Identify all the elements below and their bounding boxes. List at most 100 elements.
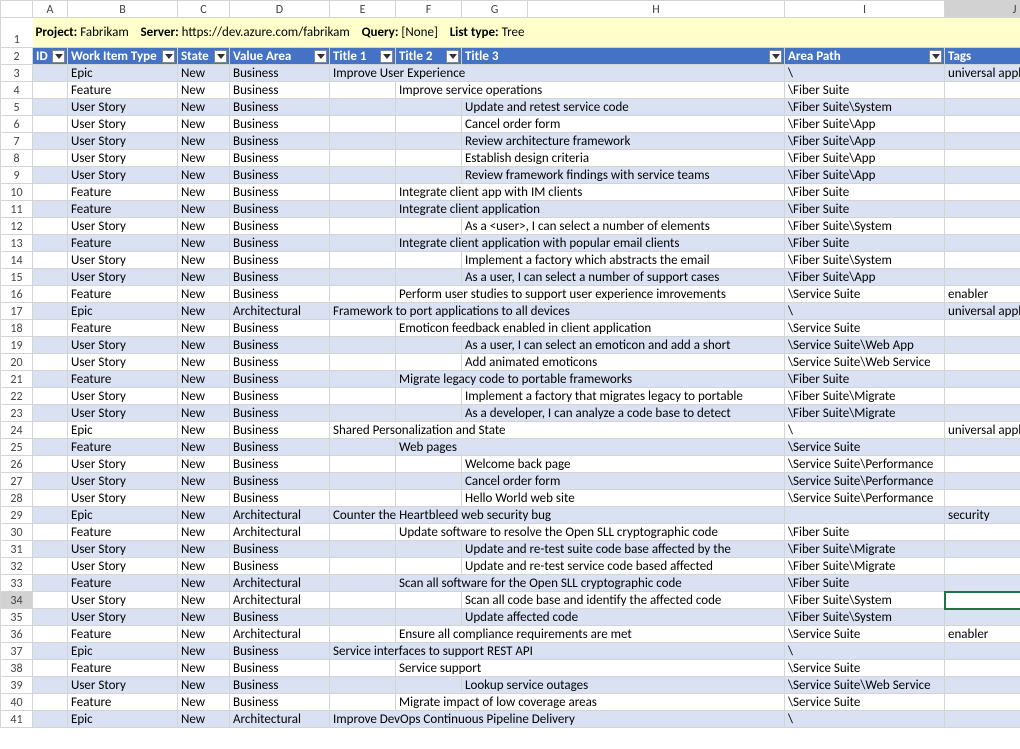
cell-work-item-type[interactable]: Epic: [68, 711, 178, 728]
cell-state[interactable]: New: [178, 711, 230, 728]
cell-title2[interactable]: Integrate client application with popula…: [396, 235, 785, 252]
cell-title2[interactable]: [396, 490, 462, 507]
cell-title3[interactable]: As a user, I can select an emoticon and …: [462, 337, 785, 354]
cell-title1[interactable]: [330, 388, 396, 405]
cell-value-area[interactable]: Business: [230, 65, 330, 82]
row-header-30[interactable]: 30: [1, 524, 33, 541]
cell-id[interactable]: [33, 99, 68, 116]
cell-value-area[interactable]: Architectural: [230, 303, 330, 320]
cell-work-item-type[interactable]: User Story: [68, 99, 178, 116]
row-header-37[interactable]: 37: [1, 643, 33, 660]
cell-value-area[interactable]: Architectural: [230, 711, 330, 728]
row-header-40[interactable]: 40: [1, 694, 33, 711]
row-header-28[interactable]: 28: [1, 490, 33, 507]
cell-state[interactable]: New: [178, 677, 230, 694]
cell-value-area[interactable]: Business: [230, 473, 330, 490]
cell-work-item-type[interactable]: User Story: [68, 405, 178, 422]
cell-area-path[interactable]: \: [785, 711, 945, 728]
cell-title1[interactable]: [330, 320, 396, 337]
column-header-G[interactable]: G: [462, 1, 528, 18]
cell-title3[interactable]: Add animated emoticons: [462, 354, 785, 371]
cell-title3[interactable]: Update and re-test suite code base affec…: [462, 541, 785, 558]
cell-title3[interactable]: Establish design criteria: [462, 150, 785, 167]
cell-tags[interactable]: [945, 541, 1020, 558]
cell-title3[interactable]: Implement a factory that migrates legacy…: [462, 388, 785, 405]
cell-id[interactable]: [33, 541, 68, 558]
cell-work-item-type[interactable]: Epic: [68, 65, 178, 82]
cell-id[interactable]: [33, 371, 68, 388]
cell-tags[interactable]: [945, 592, 1020, 609]
row-header-7[interactable]: 7: [1, 133, 33, 150]
cell-state[interactable]: New: [178, 643, 230, 660]
column-header-A[interactable]: A: [33, 1, 68, 18]
header-title1[interactable]: Title 1: [330, 48, 396, 65]
cell-id[interactable]: [33, 490, 68, 507]
cell-state[interactable]: New: [178, 82, 230, 99]
row-header-36[interactable]: 36: [1, 626, 33, 643]
cell-work-item-type[interactable]: User Story: [68, 269, 178, 286]
cell-state[interactable]: New: [178, 439, 230, 456]
cell-tags[interactable]: [945, 524, 1020, 541]
cell-state[interactable]: New: [178, 269, 230, 286]
cell-id[interactable]: [33, 575, 68, 592]
cell-title1[interactable]: [330, 575, 396, 592]
cell-id[interactable]: [33, 626, 68, 643]
cell-title1[interactable]: [330, 201, 396, 218]
row-header-15[interactable]: 15: [1, 269, 33, 286]
cell-value-area[interactable]: Business: [230, 558, 330, 575]
cell-state[interactable]: New: [178, 405, 230, 422]
cell-title2[interactable]: [396, 473, 462, 490]
cell-title2[interactable]: Ensure all compliance requirements are m…: [396, 626, 785, 643]
cell-id[interactable]: [33, 235, 68, 252]
cell-value-area[interactable]: Business: [230, 660, 330, 677]
cell-value-area[interactable]: Business: [230, 388, 330, 405]
cell-title2[interactable]: Perform user studies to support user exp…: [396, 286, 785, 303]
cell-area-path[interactable]: \: [785, 303, 945, 320]
cell-title2[interactable]: [396, 677, 462, 694]
cell-value-area[interactable]: Business: [230, 235, 330, 252]
cell-tags[interactable]: [945, 371, 1020, 388]
cell-work-item-type[interactable]: Epic: [68, 643, 178, 660]
cell-value-area[interactable]: Architectural: [230, 626, 330, 643]
cell-work-item-type[interactable]: Feature: [68, 201, 178, 218]
cell-area-path[interactable]: \Fiber Suite\App: [785, 167, 945, 184]
cell-title2[interactable]: [396, 150, 462, 167]
cell-value-area[interactable]: Architectural: [230, 592, 330, 609]
cell-area-path[interactable]: \Fiber Suite\Migrate: [785, 558, 945, 575]
cell-title2[interactable]: [396, 133, 462, 150]
cell-id[interactable]: [33, 65, 68, 82]
row-header-24[interactable]: 24: [1, 422, 33, 439]
cell-tags[interactable]: [945, 201, 1020, 218]
row-header-11[interactable]: 11: [1, 201, 33, 218]
cell-value-area[interactable]: Business: [230, 269, 330, 286]
cell-tags[interactable]: enabler: [945, 286, 1020, 303]
cell-work-item-type[interactable]: User Story: [68, 133, 178, 150]
row-header-10[interactable]: 10: [1, 184, 33, 201]
cell-state[interactable]: New: [178, 320, 230, 337]
cell-title3[interactable]: Update and re-test service code based af…: [462, 558, 785, 575]
cell-tags[interactable]: [945, 337, 1020, 354]
cell-id[interactable]: [33, 660, 68, 677]
cell-area-path[interactable]: \Service Suite\Web Service: [785, 354, 945, 371]
filter-dropdown-icon[interactable]: [52, 50, 65, 63]
cell-title1[interactable]: [330, 660, 396, 677]
cell-id[interactable]: [33, 133, 68, 150]
cell-area-path[interactable]: \Fiber Suite\App: [785, 150, 945, 167]
cell-title3[interactable]: As a developer, I can analyze a code bas…: [462, 405, 785, 422]
cell-work-item-type[interactable]: User Story: [68, 456, 178, 473]
cell-work-item-type[interactable]: Epic: [68, 303, 178, 320]
cell-work-item-type[interactable]: Feature: [68, 320, 178, 337]
cell-title2[interactable]: [396, 456, 462, 473]
cell-area-path[interactable]: \Service Suite\Performance: [785, 473, 945, 490]
cell-area-path[interactable]: \Fiber Suite: [785, 575, 945, 592]
cell-title2[interactable]: [396, 218, 462, 235]
cell-work-item-type[interactable]: Feature: [68, 184, 178, 201]
cell-area-path[interactable]: \Service Suite: [785, 694, 945, 711]
cell-area-path[interactable]: \Service Suite\Performance: [785, 456, 945, 473]
cell-title1[interactable]: Improve DevOps Continuous Pipeline Deliv…: [330, 711, 785, 728]
cell-state[interactable]: New: [178, 609, 230, 626]
cell-id[interactable]: [33, 592, 68, 609]
cell-title2[interactable]: [396, 269, 462, 286]
cell-tags[interactable]: [945, 660, 1020, 677]
cell-id[interactable]: [33, 286, 68, 303]
